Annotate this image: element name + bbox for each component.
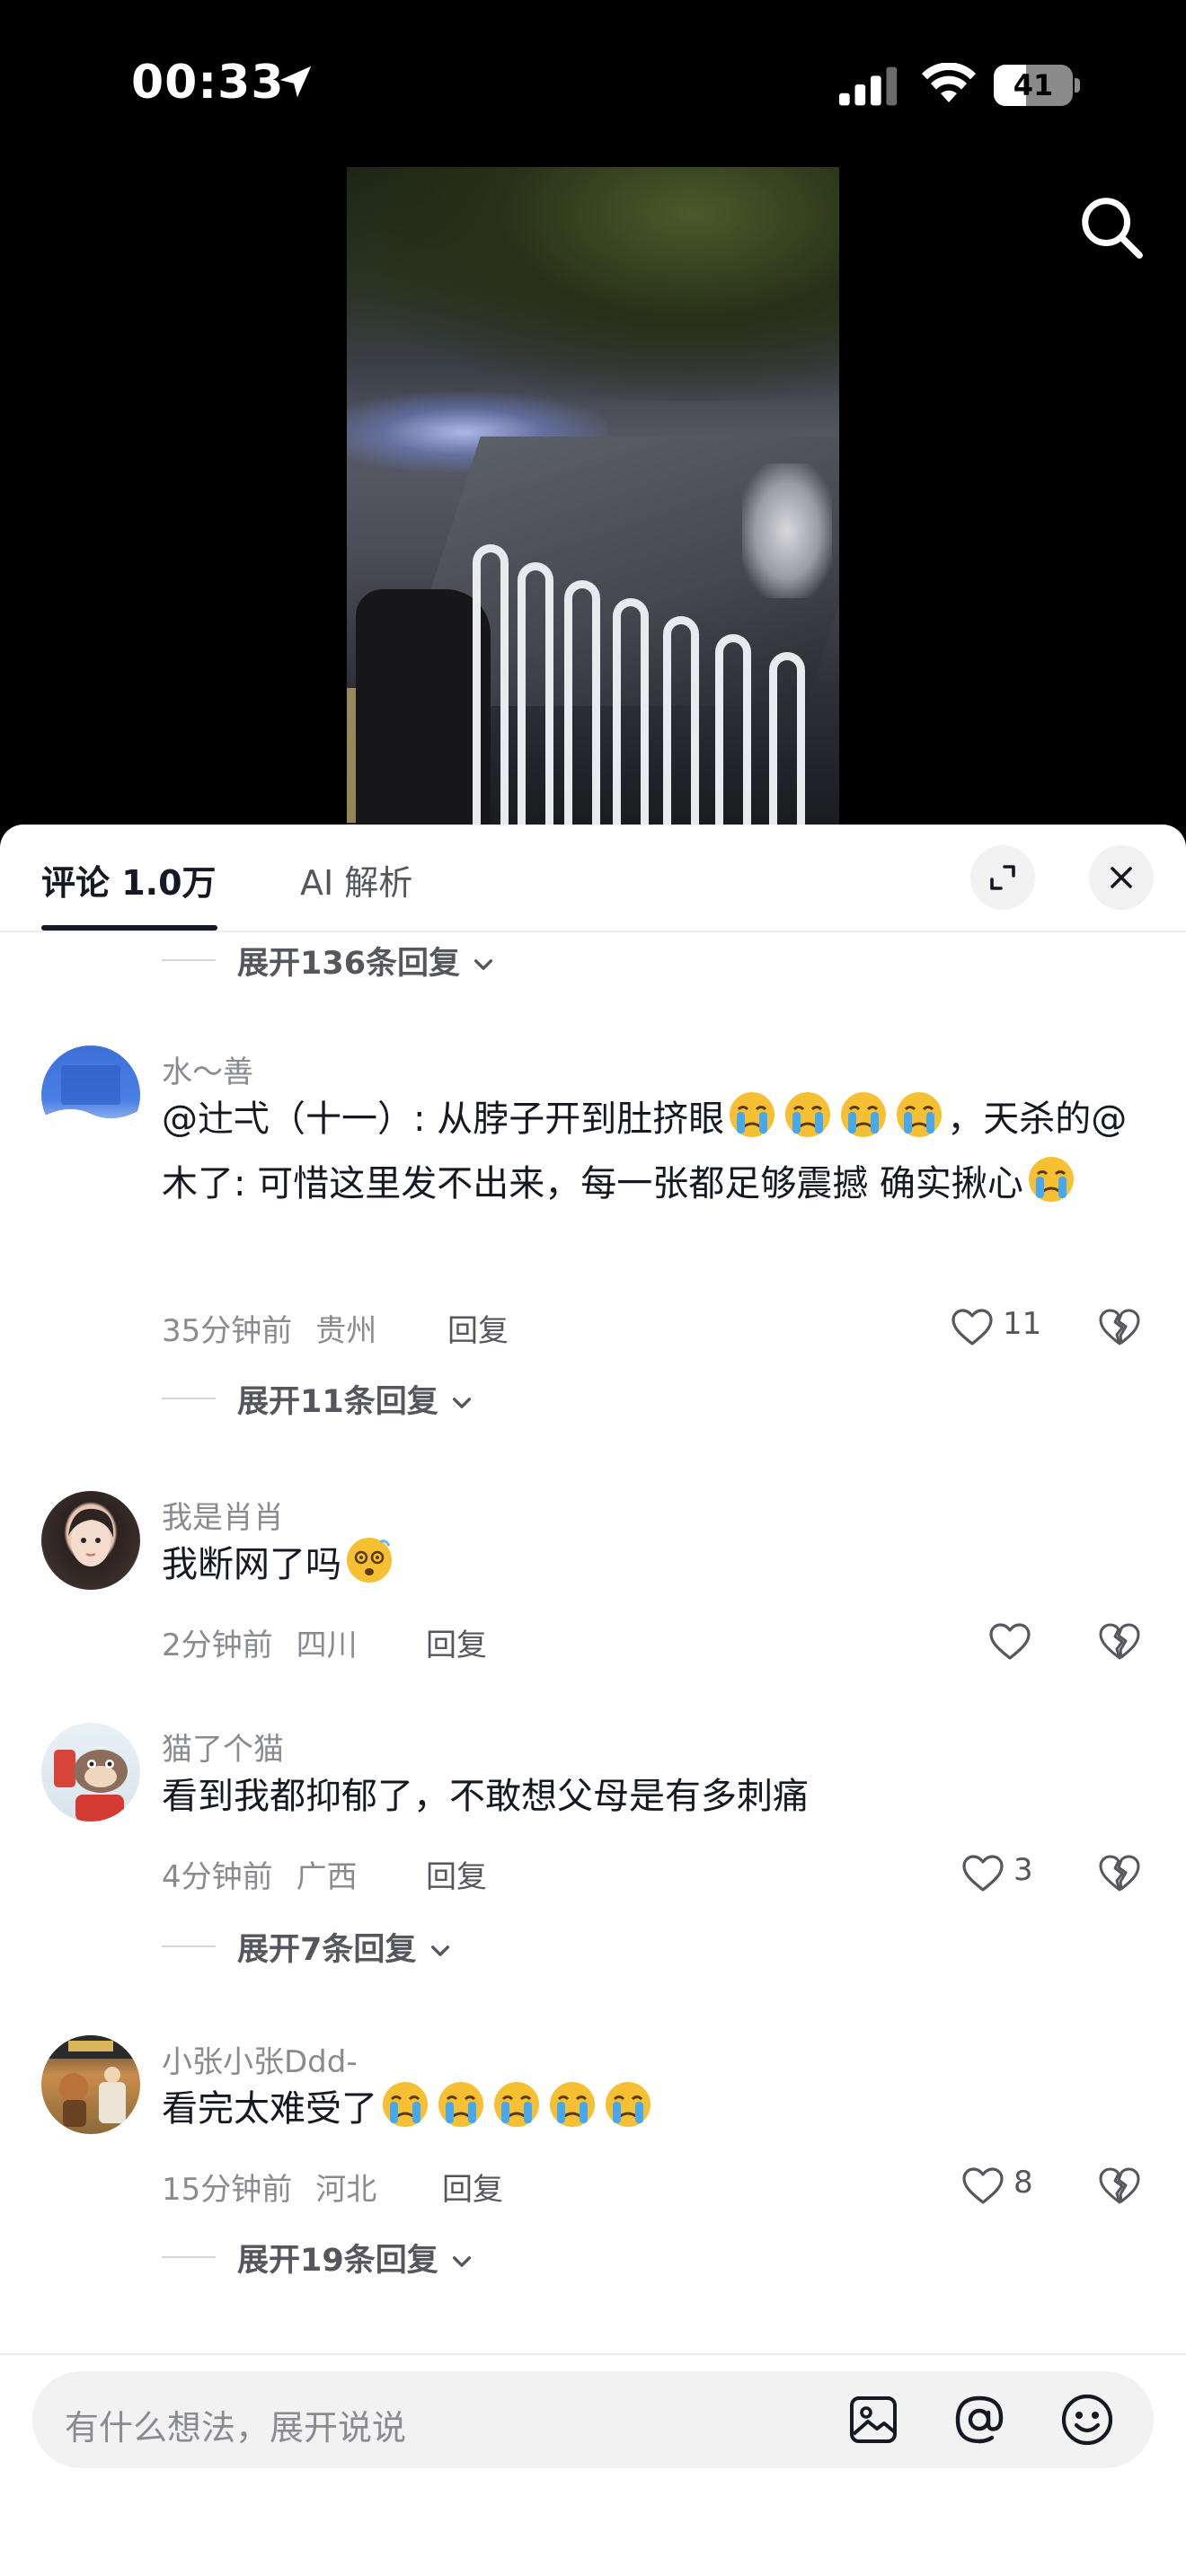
- heart-icon[interactable]: [951, 1308, 994, 1347]
- status-bar: 00:33 41: [0, 0, 1186, 171]
- video-player[interactable]: [347, 167, 839, 826]
- battery-level: 41: [1013, 68, 1054, 102]
- like-count: 11: [1003, 1306, 1042, 1342]
- close-button[interactable]: [1089, 845, 1154, 910]
- expand-button[interactable]: [970, 845, 1035, 910]
- crying-emoji-icon: [841, 1092, 887, 1137]
- comment-meta: 2分钟前 四川: [162, 1628, 358, 1663]
- crying-emoji-icon: [1028, 1157, 1074, 1202]
- expand-icon: [990, 865, 1015, 890]
- like-count: 3: [1013, 1852, 1033, 1888]
- tab-ai-analysis[interactable]: AI 解析: [300, 855, 412, 904]
- comment-meta: 15分钟前 河北: [162, 2172, 377, 2208]
- close-icon: [1111, 867, 1132, 888]
- comment-meta: 35分钟前 贵州: [162, 1313, 377, 1349]
- signal-icon: [839, 66, 898, 106]
- crying-emoji-icon: [383, 2082, 428, 2127]
- reply-button[interactable]: 回复: [426, 1852, 487, 1896]
- input-divider: [0, 2353, 1186, 2355]
- reply-button[interactable]: 回复: [426, 1620, 487, 1664]
- comment-text: 看到我都抑郁了，不敢想父母是有多刺痛: [162, 1776, 809, 1817]
- dizzy-emoji-icon: [347, 1538, 392, 1583]
- broken-heart-icon[interactable]: [1098, 1852, 1141, 1895]
- avatar[interactable]: [41, 1723, 140, 1822]
- reply-button[interactable]: 回复: [442, 2165, 503, 2209]
- at-icon[interactable]: [951, 2391, 1008, 2448]
- broken-heart-icon[interactable]: [1098, 1306, 1141, 1349]
- tab-divider: [0, 931, 1186, 932]
- chevron-down-icon: [452, 1398, 471, 1408]
- avatar[interactable]: [41, 2035, 140, 2134]
- battery-icon: 41: [994, 65, 1080, 106]
- emoji-icon[interactable]: [1058, 2391, 1116, 2448]
- comment-username[interactable]: 小张小张Ddd-: [162, 2037, 358, 2081]
- comment-meta: 4分钟前 广西: [162, 1859, 358, 1895]
- comment-text: @辻弌（十一）: 从脖子开到肚挤眼 ，天杀的@木了: 可惜这里发不出来，每一张都足…: [162, 1087, 1132, 1216]
- heart-icon[interactable]: [988, 1622, 1031, 1662]
- crying-emoji-icon: [785, 1092, 831, 1137]
- status-time: 00:33: [131, 56, 285, 110]
- location-arrow-icon: [279, 66, 312, 98]
- comment-text: 看完太难受了: [162, 2077, 1132, 2141]
- crying-emoji-icon: [897, 1092, 943, 1137]
- crying-emoji-icon: [494, 2082, 539, 2127]
- chevron-down-icon: [452, 2256, 471, 2267]
- comment-input-placeholder[interactable]: 有什么想法，展开说说: [65, 2400, 406, 2449]
- comment-username[interactable]: 水～善: [162, 1047, 253, 1091]
- wifi-icon: [922, 63, 976, 102]
- crying-emoji-icon: [606, 2082, 651, 2127]
- reply-button[interactable]: 回复: [447, 1306, 509, 1350]
- crying-emoji-icon: [730, 1092, 775, 1137]
- broken-heart-icon[interactable]: [1098, 2165, 1141, 2208]
- avatar[interactable]: [41, 1491, 140, 1590]
- tab-comments[interactable]: 评论 1.0万: [41, 855, 217, 904]
- broken-heart-icon[interactable]: [1098, 1620, 1141, 1663]
- heart-icon[interactable]: [961, 2166, 1005, 2206]
- chevron-down-icon: [430, 1945, 449, 1956]
- heart-icon[interactable]: [961, 1854, 1005, 1893]
- comment-text: 我断网了吗: [162, 1532, 1132, 1597]
- comment-username[interactable]: 我是肖肖: [162, 1493, 284, 1537]
- comment-username[interactable]: 猫了个猫: [162, 1725, 284, 1769]
- crying-emoji-icon: [550, 2082, 595, 2127]
- image-icon[interactable]: [845, 2391, 902, 2448]
- crying-emoji-icon: [438, 2082, 483, 2127]
- like-count: 8: [1013, 2165, 1033, 2201]
- chevron-down-icon: [474, 959, 493, 970]
- avatar[interactable]: [41, 1045, 140, 1144]
- search-icon[interactable]: [1076, 192, 1146, 262]
